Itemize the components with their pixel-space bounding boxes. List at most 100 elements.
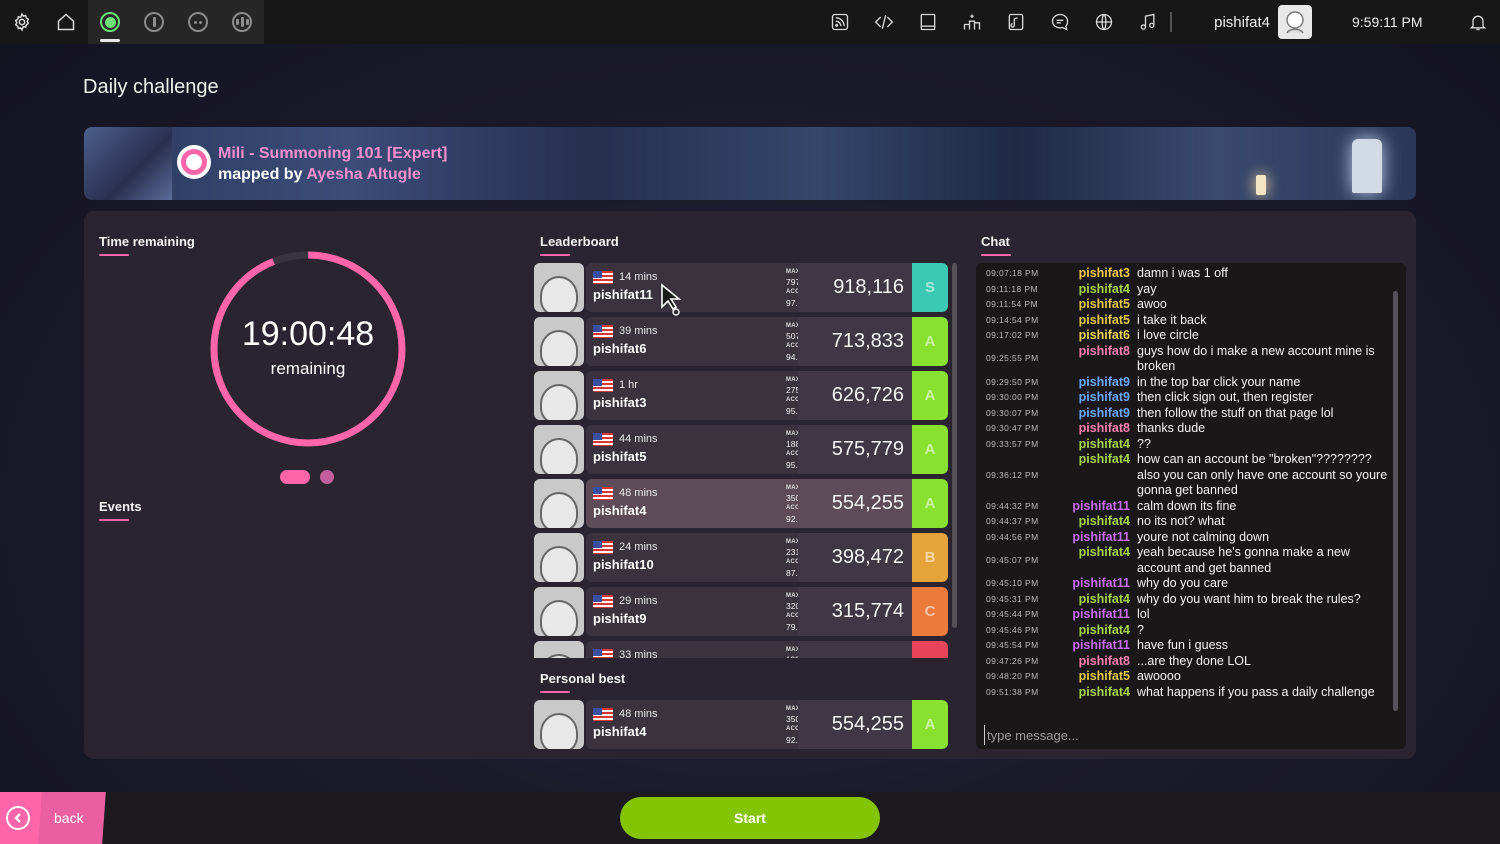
globe-icon xyxy=(1095,13,1113,31)
chat-message-list[interactable]: 09:07:18 PM pishifat3 damn i was 1 off 09:1… xyxy=(976,263,1396,718)
avatar[interactable] xyxy=(534,263,584,312)
ruleset-taiko-button[interactable] xyxy=(132,0,176,44)
chat-timestamp: 09:45:44 PM xyxy=(986,609,1039,619)
chat-timestamp: 09:45:07 PM xyxy=(986,554,1039,565)
chat-sender[interactable]: pishifat5 xyxy=(1068,313,1130,329)
beatmap-listing-button[interactable] xyxy=(994,0,1038,44)
time-remaining-label: Time remaining xyxy=(99,234,195,256)
wiki-button[interactable] xyxy=(906,0,950,44)
score-username[interactable]: pishifat11 xyxy=(593,287,653,302)
score-username[interactable]: pishifat5 xyxy=(593,449,646,464)
chat-timestamp: 09:30:07 PM xyxy=(986,407,1039,418)
chat-text: why do you want him to break the rules? xyxy=(1137,591,1361,606)
user-button[interactable]: pishifat4 xyxy=(1184,0,1318,44)
chat-message: 09:45:54 PM pishifat11 have fun i guess xyxy=(976,638,1396,654)
chat-sender[interactable]: pishifat4 xyxy=(1068,282,1130,298)
rankings-button[interactable] xyxy=(950,0,994,44)
news-button[interactable] xyxy=(818,0,862,44)
chat-sender[interactable]: pishifat9 xyxy=(1068,375,1130,391)
pager-dot-2[interactable] xyxy=(320,470,334,484)
chat-sender[interactable]: pishifat4 xyxy=(1068,592,1130,608)
personal-best-entry[interactable]: 48 minspishifat4MAX COMBO350xACCURACY92.… xyxy=(534,700,948,749)
chat-sender[interactable]: pishifat4 xyxy=(1068,545,1130,561)
chat-sender[interactable]: pishifat11 xyxy=(1068,576,1130,592)
chat-sender[interactable]: pishifat4 xyxy=(1068,437,1130,453)
beatmap-banner[interactable]: Mili - Summoning 101 [Expert] mapped by … xyxy=(84,127,1416,200)
leaderboard-row[interactable]: 33 minsMAX COMBOACCURACY xyxy=(534,641,948,658)
notifications-button[interactable] xyxy=(1456,0,1500,44)
chat-sender[interactable]: pishifat4 xyxy=(1068,623,1130,639)
leaderboard-list[interactable]: 14 minspishifat11MAX COMBO797xACCURACY97… xyxy=(534,263,948,658)
start-button[interactable]: Start xyxy=(620,797,880,839)
score-username[interactable]: pishifat4 xyxy=(593,724,646,739)
clock[interactable]: 9:59:11 PM xyxy=(1352,14,1436,30)
score-username[interactable]: pishifat6 xyxy=(593,341,646,356)
chat-text: then follow the stuff on that page lol xyxy=(1137,405,1334,420)
score-username[interactable]: pishifat9 xyxy=(593,611,646,626)
avatar[interactable] xyxy=(534,425,584,474)
tablet-icon xyxy=(920,13,936,31)
leaderboard-row[interactable]: 29 minspishifat9MAX COMBO320xACCURACY79.… xyxy=(534,587,948,636)
avatar[interactable] xyxy=(534,587,584,636)
ruleset-catch-button[interactable] xyxy=(176,0,220,44)
mapper-name[interactable]: Ayesha Altugle xyxy=(306,166,420,183)
leaderboard-scrollbar[interactable] xyxy=(952,263,957,628)
avatar[interactable] xyxy=(534,371,584,420)
us-flag-icon xyxy=(593,649,613,658)
chat-sender[interactable]: pishifat3 xyxy=(1068,266,1130,282)
chat-timestamp: 09:47:26 PM xyxy=(986,655,1039,666)
chat-text: what happens if you pass a daily challen… xyxy=(1137,684,1375,699)
chat-sender[interactable]: pishifat4 xyxy=(1068,452,1130,468)
avatar[interactable] xyxy=(534,533,584,582)
ruleset-mania-button[interactable] xyxy=(220,0,264,44)
ruleset-osu-button[interactable] xyxy=(88,0,132,44)
now-playing-button[interactable] xyxy=(1126,0,1170,44)
mapped-by-prefix: mapped by xyxy=(218,166,307,183)
score-info: 39 minspishifat6MAX COMBO507xACCURACY94.… xyxy=(586,317,826,366)
chat-text: have fun i guess xyxy=(1137,638,1229,652)
chat-sender[interactable]: pishifat9 xyxy=(1068,390,1130,406)
chat-sender[interactable]: pishifat9 xyxy=(1068,406,1130,422)
toolbar-username: pishifat4 xyxy=(1214,13,1270,31)
home-button[interactable] xyxy=(44,0,88,44)
beatmap-title[interactable]: Mili - Summoning 101 [Expert] xyxy=(218,145,447,163)
chat-sender[interactable]: pishifat11 xyxy=(1068,530,1130,546)
chat-sender[interactable]: pishifat4 xyxy=(1068,685,1130,701)
avatar[interactable] xyxy=(534,479,584,528)
chat-sender[interactable]: pishifat11 xyxy=(1068,499,1130,515)
back-button[interactable]: back xyxy=(0,792,106,844)
social-button[interactable] xyxy=(1082,0,1126,44)
leaderboard-row[interactable]: 14 minspishifat11MAX COMBO797xACCURACY97… xyxy=(534,263,948,312)
leaderboard-row[interactable]: 39 minspishifat6MAX COMBO507xACCURACY94.… xyxy=(534,317,948,366)
chat-sender[interactable]: pishifat11 xyxy=(1068,638,1130,654)
chat-sender[interactable]: pishifat5 xyxy=(1068,297,1130,313)
chat-sender[interactable]: pishifat6 xyxy=(1068,328,1130,344)
score-username[interactable]: pishifat10 xyxy=(593,557,654,572)
chat-sender[interactable]: pishifat8 xyxy=(1068,654,1130,670)
chat-text: awoooo xyxy=(1137,669,1181,683)
bell-icon xyxy=(1469,15,1487,31)
pager-dot-1[interactable] xyxy=(280,470,310,484)
chat-scrollbar[interactable] xyxy=(1393,291,1398,711)
leaderboard-row[interactable]: 1 hrpishifat3MAX COMBO275xACCURACY95.27%… xyxy=(534,371,948,420)
chat-button[interactable] xyxy=(1038,0,1082,44)
chat-sender[interactable]: pishifat8 xyxy=(1068,421,1130,437)
chat-sender[interactable]: pishifat11 xyxy=(1068,607,1130,623)
score-username[interactable]: pishifat4 xyxy=(593,503,646,518)
avatar[interactable] xyxy=(534,700,584,749)
settings-button[interactable] xyxy=(0,0,44,44)
chat-sender[interactable]: pishifat5 xyxy=(1068,669,1130,685)
leaderboard-row[interactable]: 24 minspishifat10MAX COMBO231xACCURACY87… xyxy=(534,533,948,582)
chat-sender[interactable]: pishifat8 xyxy=(1068,344,1130,360)
leaderboard-row[interactable]: 48 minspishifat4MAX COMBO350xACCURACY92.… xyxy=(534,479,948,528)
avatar[interactable] xyxy=(534,641,584,658)
leaderboard-row[interactable]: 48 minspishifat4MAX COMBO350xACCURACY92.… xyxy=(534,700,948,749)
chat-message: 09:45:46 PM pishifat4? xyxy=(976,623,1396,639)
changelog-button[interactable] xyxy=(862,0,906,44)
avatar[interactable] xyxy=(534,317,584,366)
chat-timestamp: 09:33:57 PM xyxy=(986,438,1039,449)
chat-message-input[interactable] xyxy=(984,725,1394,745)
chat-sender[interactable]: pishifat4 xyxy=(1068,514,1130,530)
leaderboard-row[interactable]: 44 minspishifat5MAX COMBO188xACCURACY95.… xyxy=(534,425,948,474)
score-username[interactable]: pishifat3 xyxy=(593,395,646,410)
